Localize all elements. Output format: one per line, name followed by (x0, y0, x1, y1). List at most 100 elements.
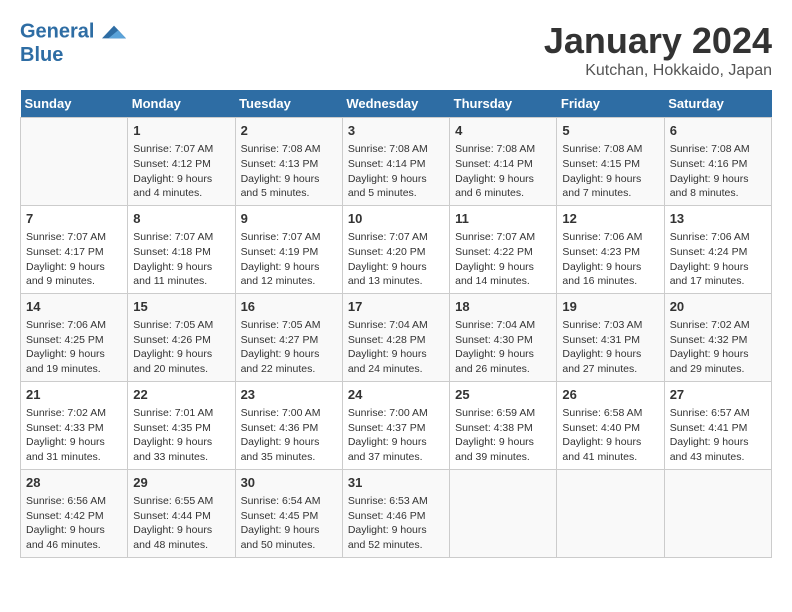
day-info: Sunrise: 6:57 AM Sunset: 4:41 PM Dayligh… (670, 406, 766, 465)
day-number: 30 (241, 474, 337, 492)
day-cell: 25 Sunrise: 6:59 AM Sunset: 4:38 PM Dayli… (450, 381, 557, 469)
day-cell: 8 Sunrise: 7:07 AM Sunset: 4:18 PM Daylig… (128, 205, 235, 293)
day-cell: 6 Sunrise: 7:08 AM Sunset: 4:16 PM Daylig… (664, 118, 771, 206)
day-info: Sunrise: 7:07 AM Sunset: 4:18 PM Dayligh… (133, 230, 229, 289)
day-info: Sunrise: 6:55 AM Sunset: 4:44 PM Dayligh… (133, 494, 229, 553)
day-cell: 3 Sunrise: 7:08 AM Sunset: 4:14 PM Daylig… (342, 118, 449, 206)
day-cell (557, 469, 664, 557)
title-area: January 2024 Kutchan, Hokkaido, Japan (544, 20, 772, 80)
day-number: 4 (455, 122, 551, 140)
day-cell: 22 Sunrise: 7:01 AM Sunset: 4:35 PM Dayli… (128, 381, 235, 469)
day-cell: 23 Sunrise: 7:00 AM Sunset: 4:36 PM Dayli… (235, 381, 342, 469)
column-header-sunday: Sunday (21, 90, 128, 118)
calendar-title: January 2024 (544, 20, 772, 62)
day-cell: 4 Sunrise: 7:08 AM Sunset: 4:14 PM Daylig… (450, 118, 557, 206)
day-info: Sunrise: 7:07 AM Sunset: 4:17 PM Dayligh… (26, 230, 122, 289)
day-number: 12 (562, 210, 658, 228)
day-info: Sunrise: 7:08 AM Sunset: 4:16 PM Dayligh… (670, 142, 766, 201)
day-number: 10 (348, 210, 444, 228)
day-number: 17 (348, 298, 444, 316)
day-number: 11 (455, 210, 551, 228)
day-cell: 7 Sunrise: 7:07 AM Sunset: 4:17 PM Daylig… (21, 205, 128, 293)
day-cell: 26Sunrise: 6:58 AM Sunset: 4:40 PM Dayli… (557, 381, 664, 469)
column-headers: SundayMondayTuesdayWednesdayThursdayFrid… (21, 90, 772, 118)
day-number: 31 (348, 474, 444, 492)
day-cell: 16Sunrise: 7:05 AM Sunset: 4:27 PM Dayli… (235, 293, 342, 381)
day-cell: 9 Sunrise: 7:07 AM Sunset: 4:19 PM Daylig… (235, 205, 342, 293)
week-row-1: 1 Sunrise: 7:07 AM Sunset: 4:12 PM Daylig… (21, 118, 772, 206)
day-info: Sunrise: 7:00 AM Sunset: 4:36 PM Dayligh… (241, 406, 337, 465)
day-cell: 18 Sunrise: 7:04 AM Sunset: 4:30 PM Dayli… (450, 293, 557, 381)
day-info: Sunrise: 7:08 AM Sunset: 4:13 PM Dayligh… (241, 142, 337, 201)
day-cell: 27 Sunrise: 6:57 AM Sunset: 4:41 PM Dayli… (664, 381, 771, 469)
column-header-monday: Monday (128, 90, 235, 118)
calendar-table: SundayMondayTuesdayWednesdayThursdayFrid… (20, 90, 772, 558)
day-number: 8 (133, 210, 229, 228)
day-info: Sunrise: 7:08 AM Sunset: 4:14 PM Dayligh… (348, 142, 444, 201)
day-number: 29 (133, 474, 229, 492)
day-info: Sunrise: 7:07 AM Sunset: 4:22 PM Dayligh… (455, 230, 551, 289)
day-number: 15 (133, 298, 229, 316)
day-info: Sunrise: 7:01 AM Sunset: 4:35 PM Dayligh… (133, 406, 229, 465)
day-cell: 11 Sunrise: 7:07 AM Sunset: 4:22 PM Dayli… (450, 205, 557, 293)
day-cell: 20 Sunrise: 7:02 AM Sunset: 4:32 PM Dayli… (664, 293, 771, 381)
header: General Blue January 2024 Kutchan, Hokka… (20, 20, 772, 80)
day-info: Sunrise: 7:07 AM Sunset: 4:19 PM Dayligh… (241, 230, 337, 289)
week-row-3: 14Sunrise: 7:06 AM Sunset: 4:25 PM Dayli… (21, 293, 772, 381)
day-info: Sunrise: 6:53 AM Sunset: 4:46 PM Dayligh… (348, 494, 444, 553)
week-row-5: 28Sunrise: 6:56 AM Sunset: 4:42 PM Dayli… (21, 469, 772, 557)
day-cell: 17 Sunrise: 7:04 AM Sunset: 4:28 PM Dayli… (342, 293, 449, 381)
day-number: 9 (241, 210, 337, 228)
day-info: Sunrise: 7:04 AM Sunset: 4:28 PM Dayligh… (348, 318, 444, 377)
day-cell: 29 Sunrise: 6:55 AM Sunset: 4:44 PM Dayli… (128, 469, 235, 557)
day-number: 3 (348, 122, 444, 140)
day-info: Sunrise: 7:08 AM Sunset: 4:14 PM Dayligh… (455, 142, 551, 201)
day-info: Sunrise: 6:58 AM Sunset: 4:40 PM Dayligh… (562, 406, 658, 465)
day-info: Sunrise: 7:04 AM Sunset: 4:30 PM Dayligh… (455, 318, 551, 377)
day-cell: 10 Sunrise: 7:07 AM Sunset: 4:20 PM Dayli… (342, 205, 449, 293)
column-header-saturday: Saturday (664, 90, 771, 118)
day-number: 23 (241, 386, 337, 404)
day-number: 13 (670, 210, 766, 228)
day-number: 7 (26, 210, 122, 228)
day-info: Sunrise: 7:06 AM Sunset: 4:23 PM Dayligh… (562, 230, 658, 289)
day-number: 27 (670, 386, 766, 404)
day-info: Sunrise: 7:05 AM Sunset: 4:26 PM Dayligh… (133, 318, 229, 377)
day-info: Sunrise: 7:05 AM Sunset: 4:27 PM Dayligh… (241, 318, 337, 377)
day-number: 6 (670, 122, 766, 140)
week-row-2: 7 Sunrise: 7:07 AM Sunset: 4:17 PM Daylig… (21, 205, 772, 293)
day-number: 24 (348, 386, 444, 404)
column-header-thursday: Thursday (450, 90, 557, 118)
day-cell (664, 469, 771, 557)
day-number: 18 (455, 298, 551, 316)
logo-icon (102, 20, 126, 44)
day-cell: 31 Sunrise: 6:53 AM Sunset: 4:46 PM Dayli… (342, 469, 449, 557)
logo: General Blue (20, 20, 126, 66)
column-header-wednesday: Wednesday (342, 90, 449, 118)
day-info: Sunrise: 7:07 AM Sunset: 4:20 PM Dayligh… (348, 230, 444, 289)
day-info: Sunrise: 7:06 AM Sunset: 4:24 PM Dayligh… (670, 230, 766, 289)
day-number: 22 (133, 386, 229, 404)
day-number: 20 (670, 298, 766, 316)
day-cell: 13 Sunrise: 7:06 AM Sunset: 4:24 PM Dayli… (664, 205, 771, 293)
day-number: 2 (241, 122, 337, 140)
logo-blue: Blue (20, 44, 126, 66)
day-info: Sunrise: 7:02 AM Sunset: 4:32 PM Dayligh… (670, 318, 766, 377)
day-info: Sunrise: 7:07 AM Sunset: 4:12 PM Dayligh… (133, 142, 229, 201)
day-number: 1 (133, 122, 229, 140)
day-cell: 1 Sunrise: 7:07 AM Sunset: 4:12 PM Daylig… (128, 118, 235, 206)
day-cell: 2 Sunrise: 7:08 AM Sunset: 4:13 PM Daylig… (235, 118, 342, 206)
day-cell: 21Sunrise: 7:02 AM Sunset: 4:33 PM Dayli… (21, 381, 128, 469)
day-info: Sunrise: 7:06 AM Sunset: 4:25 PM Dayligh… (26, 318, 122, 377)
day-info: Sunrise: 7:00 AM Sunset: 4:37 PM Dayligh… (348, 406, 444, 465)
week-row-4: 21Sunrise: 7:02 AM Sunset: 4:33 PM Dayli… (21, 381, 772, 469)
day-cell: 24 Sunrise: 7:00 AM Sunset: 4:37 PM Dayli… (342, 381, 449, 469)
column-header-tuesday: Tuesday (235, 90, 342, 118)
day-number: 25 (455, 386, 551, 404)
day-info: Sunrise: 6:59 AM Sunset: 4:38 PM Dayligh… (455, 406, 551, 465)
day-info: Sunrise: 6:54 AM Sunset: 4:45 PM Dayligh… (241, 494, 337, 553)
logo-general: General (20, 20, 94, 42)
day-info: Sunrise: 7:03 AM Sunset: 4:31 PM Dayligh… (562, 318, 658, 377)
day-cell (21, 118, 128, 206)
day-cell: 15 Sunrise: 7:05 AM Sunset: 4:26 PM Dayli… (128, 293, 235, 381)
